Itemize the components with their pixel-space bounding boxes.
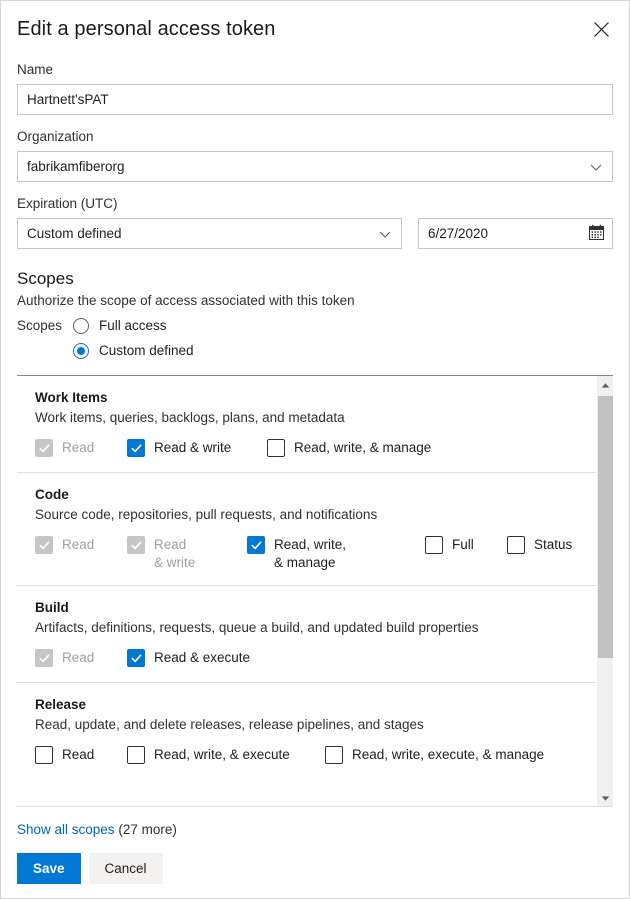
expiration-row: Custom defined 6/27/2020: [17, 218, 613, 249]
scope-checkbox-row: Read Read & write Read, write, & manage Ful…: [35, 536, 596, 572]
scope-group: Build Artifacts, definitions, requests, q…: [17, 586, 596, 683]
scope-checkbox[interactable]: Read & execute: [127, 649, 250, 667]
caret-up-icon: [601, 376, 610, 394]
dialog-header: Edit a personal access token: [17, 1, 613, 45]
scope-group-title: Build: [35, 600, 69, 615]
scope-group-description: Source code, repositories, pull requests…: [35, 507, 378, 522]
radio-full-access[interactable]: [73, 317, 89, 334]
close-button[interactable]: [585, 13, 617, 45]
scrollbar-down-button[interactable]: [597, 789, 613, 806]
scope-checkbox: Read: [35, 649, 94, 667]
edit-pat-dialog: Edit a personal access token Name Hartne…: [0, 0, 630, 899]
expiration-date-input[interactable]: 6/27/2020: [418, 218, 613, 249]
scope-group-title: Code: [35, 487, 69, 502]
scopes-subtitle: Authorize the scope of access associated…: [17, 293, 355, 308]
scope-checkbox[interactable]: Read, write, & manage: [267, 439, 431, 457]
scope-group-title: Release: [35, 697, 87, 712]
scope-checkbox-label: Status: [534, 537, 573, 552]
checkbox-unchecked-icon: [127, 746, 145, 764]
page-title: Edit a personal access token: [17, 18, 276, 40]
scope-checkbox[interactable]: Status: [507, 536, 572, 554]
checkbox-unchecked-icon: [267, 439, 285, 457]
radio-custom-defined[interactable]: [73, 342, 89, 359]
scope-checkbox-label: Full: [452, 537, 474, 552]
expiration-label: Expiration (UTC): [17, 196, 118, 211]
scope-group: Code Source code, repositories, pull requ…: [17, 473, 596, 586]
scope-checkbox-label: Read: [62, 440, 95, 455]
save-button[interactable]: Save: [17, 853, 81, 884]
scope-checkbox-row: Read Read & execute: [35, 649, 596, 669]
radio-custom-defined-label[interactable]: Custom defined: [99, 343, 194, 358]
scrollbar-thumb[interactable]: [598, 396, 613, 658]
name-input[interactable]: Hartnett'sPAT: [17, 84, 613, 115]
checkbox-checked-icon: [127, 439, 145, 457]
organization-value: fabrikamfiberorg: [27, 159, 125, 174]
scope-checkbox[interactable]: Read & write: [127, 439, 231, 457]
show-all-scopes-row: Show all scopes (27 more): [17, 821, 613, 839]
scope-checkbox-label: Read: [62, 747, 95, 762]
scopes-viewport: Work Items Work items, queries, backlogs,…: [17, 376, 596, 806]
scope-checkbox[interactable]: Full: [425, 536, 474, 554]
checkbox-unchecked-icon: [325, 746, 343, 764]
checkbox-unchecked-icon: [425, 536, 443, 554]
scopes-radio-group: Scopes Full access Custom defined: [17, 313, 613, 363]
close-icon: [593, 21, 610, 38]
scope-checkbox-label: Read & write: [154, 537, 196, 570]
show-all-scopes-link[interactable]: Show all scopes: [17, 822, 115, 837]
scopes-heading: Scopes: [17, 269, 74, 288]
organization-select[interactable]: fabrikamfiberorg: [17, 151, 613, 182]
checkbox-checked-icon: [247, 536, 265, 554]
scope-checkbox: Read: [35, 439, 94, 457]
scope-checkbox-label: Read: [62, 650, 95, 665]
scope-checkbox: Read & write: [127, 536, 197, 572]
scope-checkbox-label: Read & execute: [154, 650, 251, 665]
caret-down-icon: [601, 789, 610, 807]
show-all-scopes-count: (27 more): [118, 822, 177, 837]
scope-group-description: Work items, queries, backlogs, plans, an…: [35, 410, 345, 425]
scope-checkbox: Read: [35, 536, 94, 554]
scope-checkbox[interactable]: Read, write, & execute: [127, 746, 290, 764]
scope-checkbox[interactable]: Read, write, & manage: [247, 536, 352, 572]
scopes-radio-group-label: Scopes: [17, 318, 63, 333]
scope-checkbox[interactable]: Read, write, execute, & manage: [325, 746, 544, 764]
checkbox-checked-icon: [127, 536, 145, 554]
checkbox-unchecked-icon: [507, 536, 525, 554]
expiration-preset-value: Custom defined: [27, 226, 122, 241]
scope-checkbox-label: Read, write, & execute: [154, 747, 290, 762]
scope-group-description: Artifacts, definitions, requests, queue …: [35, 620, 479, 635]
scope-checkbox-label: Read & write: [154, 440, 232, 455]
scopes-radio-row-custom: Custom defined: [17, 338, 613, 363]
scope-group-description: Read, update, and delete releases, relea…: [35, 717, 424, 732]
chevron-down-icon: [378, 227, 392, 241]
scope-group: Work Items Work items, queries, backlogs,…: [17, 376, 596, 473]
scope-group: Release Read, update, and delete releases…: [17, 683, 596, 779]
dialog-actions: Save Cancel: [17, 853, 613, 884]
scope-checkbox-row: Read Read, write, & execute Read, write, e…: [35, 746, 596, 766]
expiration-date-value: 6/27/2020: [428, 226, 489, 241]
scope-checkbox-label: Read, write, & manage: [294, 440, 432, 455]
checkbox-checked-icon: [35, 439, 53, 457]
expiration-preset-select[interactable]: Custom defined: [17, 218, 402, 249]
scope-checkbox-label: Read, write, execute, & manage: [352, 747, 545, 762]
organization-label: Organization: [17, 129, 94, 144]
scope-group-title: Work Items: [35, 390, 108, 405]
calendar-icon[interactable]: [588, 224, 605, 244]
cancel-button[interactable]: Cancel: [88, 853, 163, 884]
scopes-radio-row-full: Scopes Full access: [17, 313, 613, 338]
scrollbar-up-button[interactable]: [597, 376, 613, 393]
scopes-list-panel: Work Items Work items, queries, backlogs,…: [17, 375, 613, 807]
checkbox-unchecked-icon: [35, 746, 53, 764]
scopes-scrollbar[interactable]: [596, 376, 613, 806]
checkbox-checked-icon: [127, 649, 145, 667]
scope-checkbox-row: Read Read & write Read, write, & manage: [35, 439, 596, 459]
scope-checkbox-label: Read: [62, 537, 95, 552]
scope-checkbox-label: Read, write, & manage: [274, 537, 347, 570]
radio-full-access-label[interactable]: Full access: [99, 318, 167, 333]
checkbox-checked-icon: [35, 536, 53, 554]
chevron-down-icon: [589, 160, 603, 174]
checkbox-checked-icon: [35, 649, 53, 667]
scope-checkbox[interactable]: Read: [35, 746, 94, 764]
name-label: Name: [17, 62, 54, 77]
